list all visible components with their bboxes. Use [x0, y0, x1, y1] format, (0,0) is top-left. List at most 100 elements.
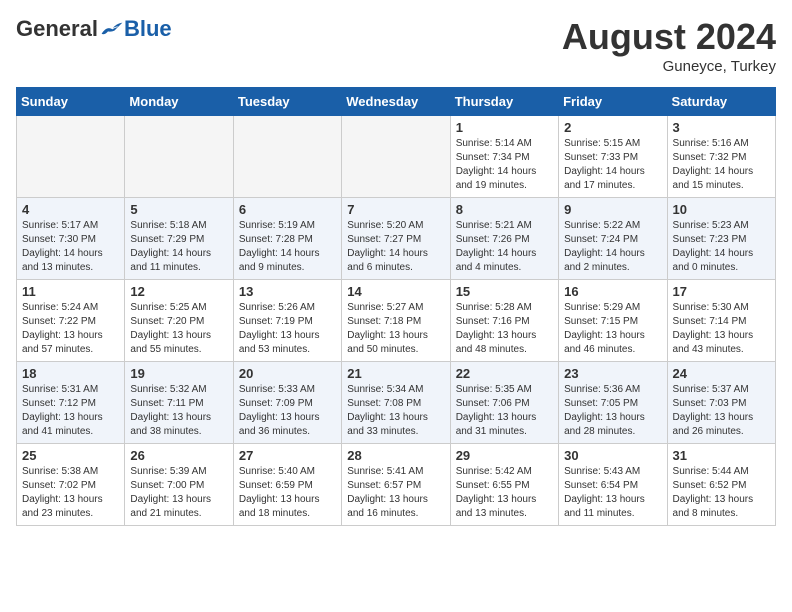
day-info: Sunrise: 5:33 AM Sunset: 7:09 PM Dayligh… — [239, 383, 336, 439]
day-number: 2 — [564, 120, 661, 135]
day-number: 16 — [564, 284, 661, 299]
day-number: 24 — [673, 366, 770, 381]
day-number: 6 — [239, 202, 336, 217]
day-info: Sunrise: 5:28 AM Sunset: 7:16 PM Dayligh… — [456, 301, 553, 357]
calendar-week-row: 1 Sunrise: 5:14 AM Sunset: 7:34 PM Daylig… — [17, 116, 776, 198]
calendar-cell: 2 Sunrise: 5:15 AM Sunset: 7:33 PM Daylig… — [559, 116, 667, 198]
day-number: 20 — [239, 366, 336, 381]
calendar-cell: 17 Sunrise: 5:30 AM Sunset: 7:14 PM Dayli… — [667, 280, 775, 362]
calendar-cell: 11Sunrise: 5:24 AM Sunset: 7:22 PM Dayli… — [17, 280, 125, 362]
day-info: Sunrise: 5:32 AM Sunset: 7:11 PM Dayligh… — [130, 383, 227, 439]
day-number: 27 — [239, 448, 336, 463]
day-number: 1 — [456, 120, 553, 135]
calendar-cell — [233, 116, 341, 198]
day-number: 17 — [673, 284, 770, 299]
calendar-cell: 5 Sunrise: 5:18 AM Sunset: 7:29 PM Daylig… — [125, 198, 233, 280]
calendar-week-row: 4Sunrise: 5:17 AM Sunset: 7:30 PM Daylig… — [17, 198, 776, 280]
day-info: Sunrise: 5:39 AM Sunset: 7:00 PM Dayligh… — [130, 465, 227, 521]
calendar-cell: 9 Sunrise: 5:22 AM Sunset: 7:24 PM Daylig… — [559, 198, 667, 280]
day-number: 29 — [456, 448, 553, 463]
title-block: August 2024 Guneyce, Turkey — [562, 16, 776, 75]
day-number: 14 — [347, 284, 444, 299]
day-info: Sunrise: 5:38 AM Sunset: 7:02 PM Dayligh… — [22, 465, 119, 521]
day-info: Sunrise: 5:17 AM Sunset: 7:30 PM Dayligh… — [22, 219, 119, 275]
day-info: Sunrise: 5:14 AM Sunset: 7:34 PM Dayligh… — [456, 137, 553, 193]
day-number: 13 — [239, 284, 336, 299]
location-subtitle: Guneyce, Turkey — [562, 58, 776, 75]
col-header-friday: Friday — [559, 88, 667, 116]
col-header-sunday: Sunday — [17, 88, 125, 116]
day-number: 19 — [130, 366, 227, 381]
day-info: Sunrise: 5:19 AM Sunset: 7:28 PM Dayligh… — [239, 219, 336, 275]
calendar-cell: 4Sunrise: 5:17 AM Sunset: 7:30 PM Daylig… — [17, 198, 125, 280]
calendar-cell: 22Sunrise: 5:35 AM Sunset: 7:06 PM Dayli… — [450, 362, 558, 444]
calendar-cell: 20 Sunrise: 5:33 AM Sunset: 7:09 PM Dayli… — [233, 362, 341, 444]
calendar-cell: 29Sunrise: 5:42 AM Sunset: 6:55 PM Dayli… — [450, 444, 558, 526]
day-number: 5 — [130, 202, 227, 217]
calendar-cell — [17, 116, 125, 198]
col-header-monday: Monday — [125, 88, 233, 116]
calendar-week-row: 18Sunrise: 5:31 AM Sunset: 7:12 PM Dayli… — [17, 362, 776, 444]
day-info: Sunrise: 5:34 AM Sunset: 7:08 PM Dayligh… — [347, 383, 444, 439]
day-info: Sunrise: 5:43 AM Sunset: 6:54 PM Dayligh… — [564, 465, 661, 521]
day-number: 12 — [130, 284, 227, 299]
day-number: 21 — [347, 366, 444, 381]
calendar-table: SundayMondayTuesdayWednesdayThursdayFrid… — [16, 87, 776, 526]
calendar-week-row: 25 Sunrise: 5:38 AM Sunset: 7:02 PM Dayli… — [17, 444, 776, 526]
day-number: 9 — [564, 202, 661, 217]
calendar-cell: 10Sunrise: 5:23 AM Sunset: 7:23 PM Dayli… — [667, 198, 775, 280]
day-number: 3 — [673, 120, 770, 135]
calendar-header-row: SundayMondayTuesdayWednesdayThursdayFrid… — [17, 88, 776, 116]
page-header: General Blue August 2024 Guneyce, Turkey — [16, 16, 776, 75]
logo-blue-text: Blue — [124, 16, 172, 42]
day-info: Sunrise: 5:41 AM Sunset: 6:57 PM Dayligh… — [347, 465, 444, 521]
day-info: Sunrise: 5:29 AM Sunset: 7:15 PM Dayligh… — [564, 301, 661, 357]
calendar-week-row: 11Sunrise: 5:24 AM Sunset: 7:22 PM Dayli… — [17, 280, 776, 362]
col-header-wednesday: Wednesday — [342, 88, 450, 116]
logo-general-text: General — [16, 16, 98, 42]
logo-bird-icon — [100, 19, 124, 39]
calendar-cell: 8Sunrise: 5:21 AM Sunset: 7:26 PM Daylig… — [450, 198, 558, 280]
calendar-cell: 18Sunrise: 5:31 AM Sunset: 7:12 PM Dayli… — [17, 362, 125, 444]
col-header-saturday: Saturday — [667, 88, 775, 116]
day-info: Sunrise: 5:21 AM Sunset: 7:26 PM Dayligh… — [456, 219, 553, 275]
col-header-thursday: Thursday — [450, 88, 558, 116]
day-number: 28 — [347, 448, 444, 463]
calendar-cell — [125, 116, 233, 198]
calendar-cell — [342, 116, 450, 198]
calendar-cell: 3 Sunrise: 5:16 AM Sunset: 7:32 PM Daylig… — [667, 116, 775, 198]
day-info: Sunrise: 5:22 AM Sunset: 7:24 PM Dayligh… — [564, 219, 661, 275]
day-info: Sunrise: 5:23 AM Sunset: 7:23 PM Dayligh… — [673, 219, 770, 275]
day-number: 11 — [22, 284, 119, 299]
calendar-cell: 13Sunrise: 5:26 AM Sunset: 7:19 PM Dayli… — [233, 280, 341, 362]
calendar-cell: 25 Sunrise: 5:38 AM Sunset: 7:02 PM Dayli… — [17, 444, 125, 526]
day-number: 31 — [673, 448, 770, 463]
calendar-cell: 23 Sunrise: 5:36 AM Sunset: 7:05 PM Dayli… — [559, 362, 667, 444]
day-info: Sunrise: 5:16 AM Sunset: 7:32 PM Dayligh… — [673, 137, 770, 193]
day-info: Sunrise: 5:30 AM Sunset: 7:14 PM Dayligh… — [673, 301, 770, 357]
calendar-cell: 15 Sunrise: 5:28 AM Sunset: 7:16 PM Dayli… — [450, 280, 558, 362]
day-info: Sunrise: 5:18 AM Sunset: 7:29 PM Dayligh… — [130, 219, 227, 275]
calendar-cell: 31Sunrise: 5:44 AM Sunset: 6:52 PM Dayli… — [667, 444, 775, 526]
calendar-cell: 21 Sunrise: 5:34 AM Sunset: 7:08 PM Dayli… — [342, 362, 450, 444]
day-info: Sunrise: 5:35 AM Sunset: 7:06 PM Dayligh… — [456, 383, 553, 439]
day-number: 15 — [456, 284, 553, 299]
month-title: August 2024 — [562, 16, 776, 58]
calendar-cell: 30 Sunrise: 5:43 AM Sunset: 6:54 PM Dayli… — [559, 444, 667, 526]
calendar-cell: 14Sunrise: 5:27 AM Sunset: 7:18 PM Dayli… — [342, 280, 450, 362]
day-info: Sunrise: 5:15 AM Sunset: 7:33 PM Dayligh… — [564, 137, 661, 193]
day-number: 23 — [564, 366, 661, 381]
calendar-cell: 26 Sunrise: 5:39 AM Sunset: 7:00 PM Dayli… — [125, 444, 233, 526]
day-info: Sunrise: 5:36 AM Sunset: 7:05 PM Dayligh… — [564, 383, 661, 439]
day-info: Sunrise: 5:25 AM Sunset: 7:20 PM Dayligh… — [130, 301, 227, 357]
calendar-cell: 7Sunrise: 5:20 AM Sunset: 7:27 PM Daylig… — [342, 198, 450, 280]
calendar-cell: 1 Sunrise: 5:14 AM Sunset: 7:34 PM Daylig… — [450, 116, 558, 198]
logo: General Blue — [16, 16, 172, 42]
calendar-cell: 6 Sunrise: 5:19 AM Sunset: 7:28 PM Daylig… — [233, 198, 341, 280]
day-number: 30 — [564, 448, 661, 463]
col-header-tuesday: Tuesday — [233, 88, 341, 116]
day-number: 25 — [22, 448, 119, 463]
day-number: 26 — [130, 448, 227, 463]
calendar-cell: 16 Sunrise: 5:29 AM Sunset: 7:15 PM Dayli… — [559, 280, 667, 362]
calendar-cell: 24Sunrise: 5:37 AM Sunset: 7:03 PM Dayli… — [667, 362, 775, 444]
